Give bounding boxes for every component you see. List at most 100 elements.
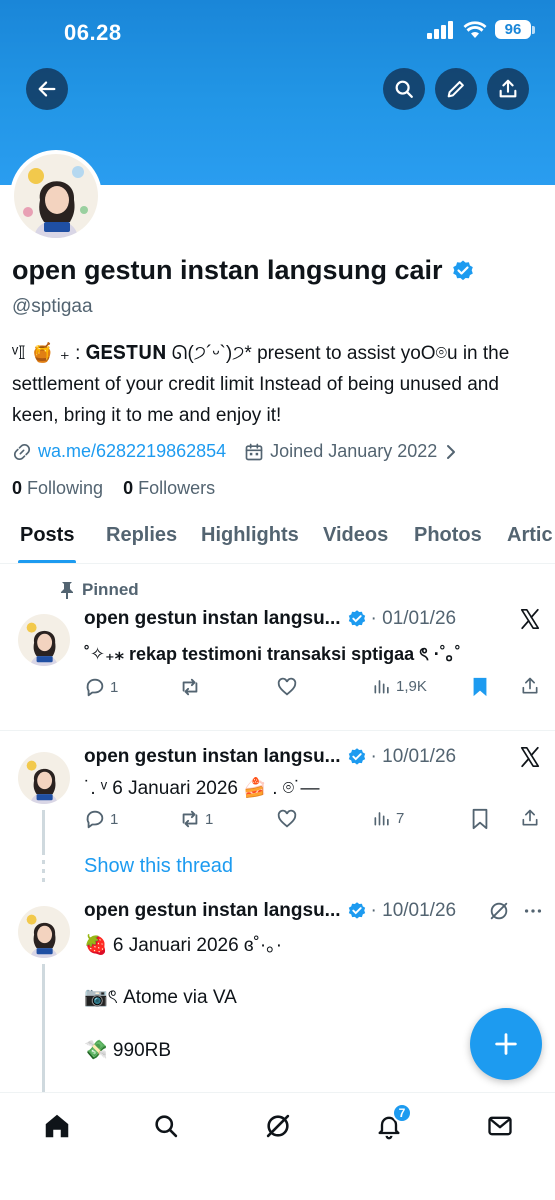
grok-icon [266,1114,290,1138]
thread-line [42,810,45,855]
post-header: open gestun instan langsu... · 10/01/26 [84,900,456,922]
active-tab-indicator [18,560,76,563]
battery-icon: 96 [495,20,535,39]
repost-button[interactable] [179,676,205,698]
grok-icon[interactable] [488,900,510,922]
repost-count: 1 [205,810,214,828]
views-button[interactable]: 1,9K [372,676,427,696]
avatar-image [14,154,98,238]
x-logo-icon [520,746,540,768]
following-link[interactable]: 0 Following [12,478,103,498]
views-chart-icon [374,812,389,826]
profile-bio: ᵛ𝕀 🍯 ₊ : 𝐆𝐄𝐒𝐓𝐔𝐍 ᘏ(੭´ᵕ`)੭* present to ass… [12,343,510,426]
wifi-icon [463,20,487,38]
compose-button[interactable] [470,1008,542,1080]
profile-tabs: Posts Replies Highlights Videos Photos A… [0,512,555,564]
thread-line [42,964,45,1092]
following-label: Following [27,478,104,498]
like-button[interactable] [276,808,298,830]
status-bar: 06.28 96 [0,0,555,66]
reply-count: 1 [110,810,119,828]
followers-label: Followers [138,478,216,498]
repost-icon [182,810,198,828]
profile-meta: wa.me/6282219862854 Joined January 2022 [12,441,547,462]
post-date: · 10/01/26 [370,746,457,767]
post-text-line: 🍓 6 Januari 2026 ɞ˚·｡· [84,935,283,956]
share-icon [499,79,517,98]
following-count: 0 [12,478,23,498]
reply-icon [86,678,104,697]
verified-badge-icon [348,902,365,919]
share-post-button[interactable] [520,808,540,828]
tab-articles[interactable]: Artic [507,524,553,547]
nav-grok[interactable] [261,1109,295,1143]
repost-icon [182,678,198,696]
back-arrow-icon [38,81,56,97]
heart-icon [277,677,297,696]
post-date: · 10/01/26 [370,900,457,921]
show-thread-link[interactable]: Show this thread [84,855,233,878]
bookmark-button[interactable] [470,808,490,830]
views-count: 1,9K [396,677,427,695]
post-avatar[interactable] [18,614,70,666]
tab-replies[interactable]: Replies [106,524,177,547]
search-icon [395,80,413,98]
profile-info: open gestun instan langsung cair @sptiga… [12,255,547,499]
divider [0,730,555,731]
search-button[interactable] [383,68,425,110]
views-count: 7 [396,809,405,827]
nav-search[interactable] [149,1109,183,1143]
post-text: ˙. ᵛ 6 Januari 2026 🍰 . ⌾˙— [84,778,320,799]
bookmark-button[interactable] [470,676,490,698]
views-button[interactable]: 7 [372,808,404,828]
pencil-icon [447,81,464,98]
nav-home[interactable] [40,1109,74,1143]
heart-icon [277,809,297,828]
x-logo-icon [520,608,540,630]
chevron-right-icon[interactable] [443,443,459,461]
thread-line-dot [42,878,45,882]
post-author-name[interactable]: open gestun instan langsu... [84,608,341,630]
follow-stats: 0 Following 0 Followers [12,478,547,499]
thread-line-dot [42,860,45,864]
share-post-button[interactable] [520,676,540,696]
share-icon [522,809,538,826]
views-chart-icon [374,680,389,694]
profile-link[interactable]: wa.me/6282219862854 [38,441,226,462]
tab-videos[interactable]: Videos [323,524,388,547]
followers-link[interactable]: 0 Followers [123,478,215,498]
nav-messages[interactable] [483,1109,517,1143]
post-avatar[interactable] [18,752,70,804]
battery-level: 96 [495,20,531,39]
envelope-icon [488,1116,512,1136]
avatar-image [18,906,70,958]
share-button[interactable] [487,68,529,110]
followers-count: 0 [123,478,134,498]
tab-highlights[interactable]: Highlights [201,524,299,547]
reply-icon [86,810,104,829]
thread-line-dot [42,869,45,873]
pin-icon [61,582,73,599]
repost-button[interactable]: 1 [179,808,213,830]
link-icon [13,443,31,460]
verified-badge-icon [348,748,365,765]
post-author-name[interactable]: open gestun instan langsu... [84,746,341,768]
reply-button[interactable]: 1 [84,676,118,698]
tab-posts[interactable]: Posts [20,524,74,547]
like-button[interactable] [276,676,298,698]
post-header: open gestun instan langsu... · 01/01/26 [84,608,456,630]
joined-date: Joined January 2022 [270,441,438,461]
more-options-icon[interactable] [522,900,544,922]
edit-button[interactable] [435,68,477,110]
plus-icon [495,1033,517,1055]
tab-photos[interactable]: Photos [414,524,482,547]
nav-notifications[interactable]: 7 [372,1103,412,1143]
verified-badge-icon[interactable] [451,259,475,283]
post-avatar[interactable] [18,906,70,958]
post-author-name[interactable]: open gestun instan langsu... [84,900,341,922]
reply-button[interactable]: 1 [84,808,118,830]
post-date: · 01/01/26 [370,608,457,629]
home-icon [45,1114,69,1138]
profile-avatar[interactable] [10,150,102,242]
back-button[interactable] [26,68,68,110]
